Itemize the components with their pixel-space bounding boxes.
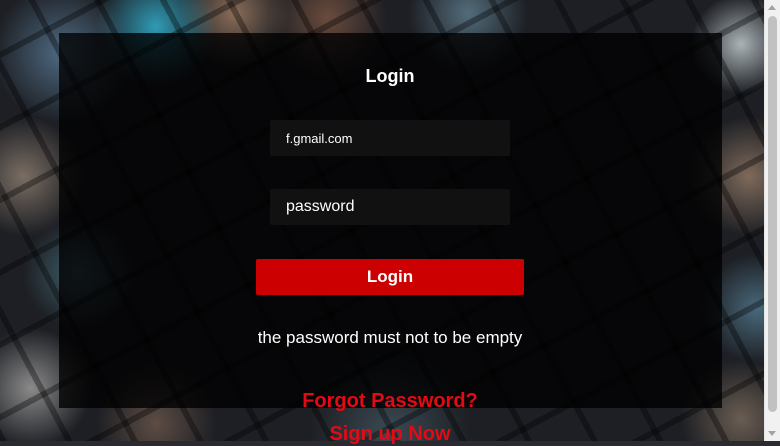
email-input[interactable] <box>270 120 510 156</box>
scroll-down-arrow-icon[interactable] <box>768 431 776 436</box>
forgot-password-link[interactable]: Forgot Password? <box>0 390 780 413</box>
scrollbar-thumb[interactable] <box>768 16 777 412</box>
sign-up-link[interactable]: Sign up Now <box>0 423 780 446</box>
error-message: the password must not to be empty <box>257 328 523 347</box>
password-input[interactable] <box>270 189 510 225</box>
vertical-scrollbar[interactable] <box>764 0 780 441</box>
scroll-up-arrow-icon[interactable] <box>768 5 776 10</box>
login-button[interactable]: Login <box>256 259 524 295</box>
page-title: Login <box>365 66 415 86</box>
